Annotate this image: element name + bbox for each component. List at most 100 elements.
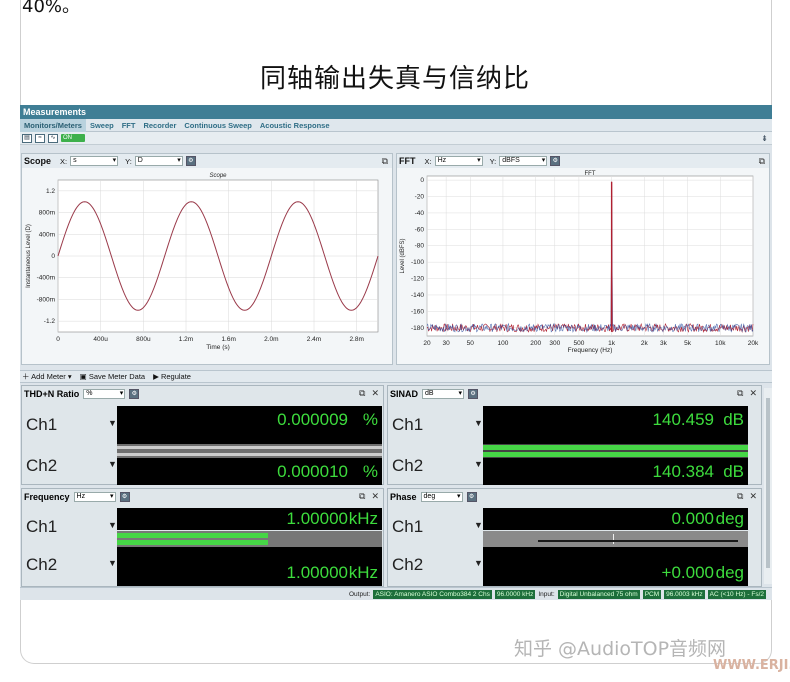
tab-continuous-sweep[interactable]: Continuous Sweep <box>180 119 256 132</box>
popout-icon[interactable]: ⧉ <box>759 156 765 167</box>
tab-monitors-meters[interactable]: Monitors/Meters <box>20 118 86 132</box>
pin-icon[interactable]: ⇟ <box>761 134 768 143</box>
chevron-down-icon[interactable]: ▼ <box>108 520 117 530</box>
popout-icon[interactable]: ⧉ <box>382 156 388 167</box>
fft-x-tick: 200 <box>530 340 541 347</box>
tab-sweep[interactable]: Sweep <box>86 119 118 132</box>
fft-y-tick: -120 <box>411 276 424 283</box>
phase-center-marker <box>613 534 614 544</box>
input-coupling[interactable]: AC (<10 Hz) - Fs/2 <box>707 589 766 599</box>
fft-x-unit: Hz <box>437 157 447 164</box>
fft-y-axis-label: Level (dBFS) <box>400 238 406 273</box>
graph-icon[interactable]: ≈ <box>35 133 45 143</box>
freq-ch1-display: 1.00000 kHz <box>117 508 382 530</box>
chevron-down-icon[interactable]: ▼ <box>474 418 483 428</box>
frequency-unit: Hz <box>76 492 86 500</box>
chevron-down-icon[interactable]: ▼ <box>474 520 483 530</box>
sinad-unit-select[interactable]: dB <box>422 388 465 399</box>
scrollbar-thumb[interactable] <box>766 398 770 568</box>
freq-ch2-display: 1.00000 kHz <box>117 547 382 586</box>
on-toggle[interactable]: ON <box>61 134 85 142</box>
scope-x-tick: 800u <box>136 336 151 343</box>
thd-ch2-row: Ch2 ▼ 0.000010 % <box>22 446 383 486</box>
tab-fft[interactable]: FFT <box>118 119 140 132</box>
frequency-meter-header: Frequency Hz ⚙ ⧉ ✕ <box>22 489 383 504</box>
scope-y-unit-select[interactable]: D <box>134 156 183 166</box>
fft-y-unit: dBFS <box>502 157 520 164</box>
freq-ch2-value: 1.00000 <box>286 563 348 582</box>
regulate-label: Regulate <box>160 372 191 381</box>
scope-settings-icon[interactable]: ⚙ <box>185 156 196 166</box>
close-icon[interactable]: ✕ <box>371 491 379 502</box>
sinad-ch1-unit: dB <box>723 410 744 429</box>
input-rate[interactable]: 96.0003 kHz <box>664 589 705 599</box>
sinad-unit: dB <box>425 389 434 397</box>
close-icon[interactable]: ✕ <box>749 491 757 502</box>
scope-x-tick: 1.6m <box>221 336 235 343</box>
frequency-settings-icon[interactable]: ⚙ <box>119 491 130 502</box>
watermark: 知乎 @AudioTOP音频网 <box>514 638 727 660</box>
tab-recorder[interactable]: Recorder <box>139 119 180 132</box>
fft-x-unit-select[interactable]: Hz <box>434 156 483 166</box>
scope-x-tick: 400u <box>93 336 108 343</box>
scope-y-tick: 800m <box>39 210 55 217</box>
fft-settings-icon[interactable]: ⚙ <box>550 156 561 166</box>
add-meter-button[interactable]: ＋ Add Meter ▾ <box>22 371 72 382</box>
thd-unit-select[interactable]: % <box>83 388 126 399</box>
fft-title: FFT <box>399 156 416 166</box>
sinad-ch1-row: Ch1 ▼ 140.459 dB <box>388 406 761 446</box>
fft-x-tick: 3k <box>660 340 668 347</box>
thd-settings-icon[interactable]: ⚙ <box>129 388 140 399</box>
output-rate[interactable]: 96.0000 kHz <box>494 589 536 599</box>
scope-y-label: Y: <box>125 156 132 166</box>
phase-settings-icon[interactable]: ⚙ <box>466 491 477 502</box>
scope-x-axis-label: Time (s) <box>206 344 230 351</box>
popout-icon[interactable]: ⧉ <box>359 388 365 399</box>
popout-icon[interactable]: ⧉ <box>737 491 743 502</box>
close-icon[interactable]: ✕ <box>749 388 757 399</box>
close-icon[interactable]: ✕ <box>371 388 379 399</box>
scope-x-tick: 0 <box>56 336 60 343</box>
scope-x-tick: 2.8m <box>349 336 363 343</box>
fft-x-tick: 50 <box>467 340 475 347</box>
freq-ch1-unit: kHz <box>348 509 378 528</box>
thd-ch2-unit: % <box>362 462 378 481</box>
output-label: Output: <box>349 590 371 598</box>
sinad-settings-icon[interactable]: ⚙ <box>468 388 479 399</box>
chevron-down-icon[interactable]: ▼ <box>108 459 117 469</box>
input-device[interactable]: Digital Unbalanced 75 ohm <box>557 589 640 599</box>
scope-header: Scope X: s Y: D ⚙ ⧉ <box>22 154 392 168</box>
tab-acoustic-response[interactable]: Acoustic Response <box>256 119 334 132</box>
window-title: Measurements <box>20 105 772 119</box>
fft-y-tick: -80 <box>415 243 425 250</box>
scope-x-unit-select[interactable]: s <box>70 156 119 166</box>
fft-chart: FFT 0 -20 -40 -60 -80 -100 -120 -140 -160 -180 20 30… <box>400 171 759 354</box>
freq-ch1-bar-lower <box>117 540 269 545</box>
freq-ch1-value: 1.00000 <box>286 509 348 528</box>
regulate-button[interactable]: ▶ Regulate <box>153 372 191 381</box>
fft-y-tick: 0 <box>420 177 424 184</box>
frequency-unit-select[interactable]: Hz <box>73 491 116 502</box>
chevron-down-icon[interactable]: ▼ <box>108 558 117 568</box>
thd-ch2-value: 0.000010 <box>277 462 348 481</box>
chevron-down-icon[interactable]: ▼ <box>108 418 117 428</box>
chart-icon[interactable]: ∿ <box>48 133 58 143</box>
popout-icon[interactable]: ⧉ <box>737 388 743 399</box>
chevron-down-icon[interactable]: ▼ <box>474 558 483 568</box>
sinad-meter-title: SINAD <box>390 388 419 399</box>
freq-ch1-bar <box>117 533 269 538</box>
save-icon[interactable]: ▤ <box>22 133 32 143</box>
input-format[interactable]: PCM <box>642 589 662 599</box>
chevron-down-icon[interactable]: ▼ <box>474 459 483 469</box>
fft-y-unit-select[interactable]: dBFS <box>499 156 548 166</box>
output-device[interactable]: ASIO: Amanero ASIO Combo384 2 Chs <box>373 589 492 599</box>
popout-icon[interactable]: ⧉ <box>359 491 365 502</box>
watermark-site: WWW.ERJI.NET <box>713 658 790 673</box>
fft-x-tick: 300 <box>549 340 560 347</box>
phase-unit-select[interactable]: deg <box>420 491 463 502</box>
fft-y-tick: -40 <box>415 210 425 217</box>
fft-y-tick: -180 <box>411 325 424 332</box>
sinad-ch1-display: 140.459 dB <box>483 406 748 444</box>
save-meter-data-button[interactable]: ▣ Save Meter Data <box>80 372 145 381</box>
meter-scrollbar[interactable] <box>764 388 772 584</box>
